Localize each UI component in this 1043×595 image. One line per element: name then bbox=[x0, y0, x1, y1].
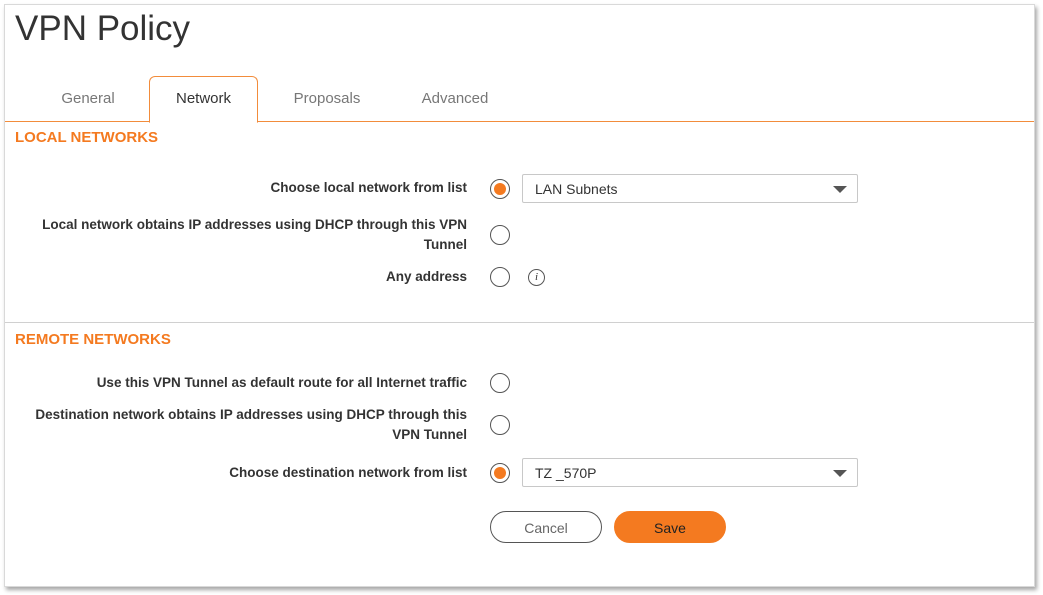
info-icon[interactable]: i bbox=[528, 269, 545, 286]
any-address-label: Any address bbox=[385, 269, 467, 284]
tab-network[interactable]: Network bbox=[149, 76, 258, 123]
save-button[interactable]: Save bbox=[614, 511, 726, 543]
section-divider bbox=[5, 322, 1034, 323]
destination-network-select[interactable]: TZ _570P bbox=[522, 458, 858, 487]
remote-networks-heading: REMOTE NETWORKS bbox=[15, 331, 171, 348]
tab-proposals[interactable]: Proposals bbox=[277, 77, 377, 121]
local-network-select[interactable]: LAN Subnets bbox=[522, 174, 858, 203]
local-networks-heading: LOCAL NETWORKS bbox=[15, 129, 159, 146]
tab-general[interactable]: General bbox=[40, 77, 136, 121]
choose-local-network-label: Choose local network from list bbox=[270, 180, 467, 195]
local-network-select-value: LAN Subnets bbox=[535, 181, 618, 197]
choose-destination-network-label: Choose destination network from list bbox=[229, 465, 467, 480]
cancel-button[interactable]: Cancel bbox=[490, 511, 602, 543]
chevron-down-icon bbox=[833, 186, 847, 193]
chevron-down-icon bbox=[833, 470, 847, 477]
vpn-policy-dialog: VPN Policy General Network Proposals Adv… bbox=[4, 4, 1035, 587]
any-address-radio[interactable] bbox=[490, 267, 510, 287]
choose-local-network-radio[interactable] bbox=[490, 179, 510, 199]
local-dhcp-radio[interactable] bbox=[490, 225, 510, 245]
local-dhcp-label: Local network obtains IP addresses using… bbox=[42, 217, 467, 252]
choose-destination-network-radio[interactable] bbox=[490, 463, 510, 483]
remote-dhcp-label: Destination network obtains IP addresses… bbox=[35, 407, 467, 442]
default-route-radio[interactable] bbox=[490, 373, 510, 393]
destination-network-select-value: TZ _570P bbox=[535, 465, 597, 481]
tab-advanced[interactable]: Advanced bbox=[407, 77, 503, 121]
page-title: VPN Policy bbox=[15, 9, 191, 48]
default-route-label: Use this VPN Tunnel as default route for… bbox=[96, 375, 467, 390]
remote-dhcp-radio[interactable] bbox=[490, 415, 510, 435]
